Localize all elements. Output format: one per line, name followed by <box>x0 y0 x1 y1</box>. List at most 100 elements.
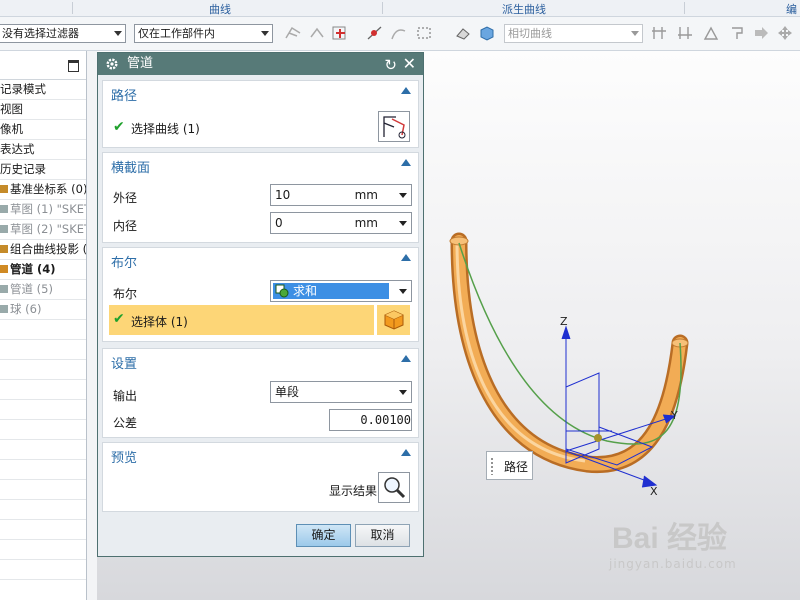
selection-toolbar: 没有选择过滤器 仅在工作部件内 相切曲线 <box>0 17 800 51</box>
navigator-row[interactable]: 草图 (1) "SKET <box>0 200 86 220</box>
navigator-row[interactable]: 组合曲线投影 ( <box>0 240 86 260</box>
watermark-url: jingyan.baidu.com <box>609 557 737 571</box>
navigator-row[interactable]: 记录模式 <box>0 80 86 100</box>
feature-icon <box>0 265 8 273</box>
type-filter-select[interactable]: 没有选择过滤器 <box>0 24 126 43</box>
collapse-icon[interactable] <box>401 449 411 456</box>
navigator-row[interactable]: 像机 <box>0 120 86 140</box>
output-label: 输出 <box>113 389 138 403</box>
outer-diameter-unit: mm <box>354 188 378 202</box>
unite-icon <box>275 284 289 298</box>
boolean-select[interactable]: 求和 <box>270 280 412 302</box>
settings-section-header[interactable]: 设置 <box>111 353 137 372</box>
rectangle-select-icon[interactable] <box>416 25 434 41</box>
feature-icon <box>0 285 8 293</box>
navigator-empty-row <box>0 520 86 540</box>
navigator-row[interactable]: 管道 (5) <box>0 280 86 300</box>
navigator-empty-row <box>0 320 86 340</box>
collapse-icon[interactable] <box>401 355 411 362</box>
navigator-row[interactable]: 基准坐标系 (0) <box>0 180 86 200</box>
pipe-dialog: 管道 ↻ ✕ 路径 ✔ 选择曲线 (1) 横截面 外径 10 mm 内径 0 m… <box>97 52 424 557</box>
solid-body-icon[interactable] <box>478 25 496 41</box>
navigator-row[interactable]: 球 (6) <box>0 300 86 320</box>
boolean-section-header[interactable]: 布尔 <box>111 252 137 271</box>
outer-diameter-field[interactable]: 10 mm <box>270 184 412 206</box>
navigator-row-label: 球 (6) <box>10 302 42 316</box>
cross-section-header[interactable]: 横截面 <box>111 157 150 176</box>
navigator-row[interactable]: 草图 (2) "SKET <box>0 220 86 240</box>
ok-button[interactable]: 确定 <box>296 524 351 547</box>
reset-icon[interactable]: ↻ <box>384 54 397 76</box>
eraser-icon[interactable] <box>454 25 472 41</box>
snap-point-icon[interactable] <box>308 25 326 41</box>
navigator-tree: 记录模式视图像机 表达式 历史记录基准坐标系 (0) 草图 (1) "SKET 草图 (… <box>0 80 86 580</box>
move-icon[interactable] <box>776 25 794 41</box>
inner-diameter-field[interactable]: 0 mm <box>270 212 412 234</box>
navigator-row[interactable]: 视图 <box>0 100 86 120</box>
intersection-icon[interactable] <box>366 25 384 41</box>
follow-fillet-icon[interactable] <box>676 25 694 41</box>
path-section-header[interactable]: 路径 <box>111 85 137 104</box>
collapse-icon[interactable] <box>401 254 411 261</box>
chevron-down-icon[interactable] <box>399 221 407 226</box>
feature-curves-icon[interactable] <box>702 25 720 41</box>
curve-grid-icon[interactable] <box>284 25 302 41</box>
navigator-empty-row <box>0 420 86 440</box>
chevron-down-icon[interactable] <box>399 289 407 294</box>
boolean-value: 求和 <box>293 284 318 298</box>
inner-diameter-unit: mm <box>354 216 378 230</box>
tolerance-field[interactable]: 0.00100 <box>329 409 412 431</box>
selection-scope-select[interactable]: 仅在工作部件内 <box>134 24 273 43</box>
feature-icon <box>0 185 8 193</box>
curve-select-icon[interactable] <box>378 111 410 142</box>
ribbon-group-edit[interactable]: 编 <box>786 1 797 17</box>
output-select[interactable]: 单段 <box>270 381 412 403</box>
outer-diameter-value: 10 <box>275 188 291 202</box>
navigator-row[interactable]: 表达式 <box>0 140 86 160</box>
navigator-row-label: 视图 <box>0 102 23 116</box>
curve-on-surface-icon[interactable] <box>390 25 408 41</box>
navigator-empty-row <box>0 400 86 420</box>
inner-diameter-label: 内径 <box>113 219 138 233</box>
path-group-icon[interactable] <box>728 25 746 41</box>
stop-at-intersection-icon[interactable] <box>650 25 668 41</box>
select-body-button[interactable] <box>377 305 410 335</box>
ribbon-group-curve[interactable]: 曲线 <box>209 1 231 17</box>
preview-section-header[interactable]: 预览 <box>111 447 137 466</box>
select-body-row[interactable]: ✔ 选择体 (1) <box>109 305 374 335</box>
navigator-row-label: 基准坐标系 (0) <box>10 182 86 196</box>
curve-rule-select[interactable]: 相切曲线 <box>504 24 643 43</box>
navigator-row[interactable]: 历史记录 <box>0 160 86 180</box>
dialog-title: 管道 <box>127 56 154 71</box>
chevron-down-icon[interactable] <box>399 390 407 395</box>
ribbon-separator <box>72 2 73 14</box>
preview-section: 预览 显示结果 <box>102 442 419 512</box>
baidu-watermark: Bai 经验 jingyan.baidu.com <box>609 513 736 571</box>
navigator-row[interactable]: 管道 (4) <box>0 260 86 280</box>
solid-body-icon <box>384 310 404 330</box>
navigator-empty-row <box>0 440 86 460</box>
point-constructor-icon[interactable] <box>331 25 349 41</box>
dialog-titlebar[interactable]: 管道 ↻ ✕ <box>98 53 423 75</box>
maximize-icon[interactable] <box>68 60 79 72</box>
feature-icon <box>0 225 8 233</box>
arrow-right-icon[interactable] <box>752 25 770 41</box>
chevron-down-icon[interactable] <box>399 193 407 198</box>
cancel-button[interactable]: 取消 <box>355 524 410 547</box>
path-section: 路径 ✔ 选择曲线 (1) <box>102 80 419 148</box>
collapse-icon[interactable] <box>401 159 411 166</box>
gear-icon[interactable] <box>105 57 119 71</box>
magnifier-icon[interactable] <box>378 472 410 503</box>
ribbon-group-derived-curve[interactable]: 派生曲线 <box>502 1 546 17</box>
axis-z-label: Z <box>560 315 568 328</box>
path-label-tag[interactable]: 路径 <box>486 451 533 480</box>
chevron-down-icon <box>261 31 269 36</box>
collapse-icon[interactable] <box>401 87 411 94</box>
select-curve-label[interactable]: 选择曲线 (1) <box>131 120 200 137</box>
close-icon[interactable]: ✕ <box>403 53 416 75</box>
watermark-logo: Bai 经验 <box>612 522 728 555</box>
ribbon-group-bar: 曲线 派生曲线 编 <box>0 0 800 17</box>
selection-scope-value: 仅在工作部件内 <box>138 27 215 40</box>
drag-grip-icon[interactable] <box>490 457 494 475</box>
navigator-header <box>0 51 86 80</box>
